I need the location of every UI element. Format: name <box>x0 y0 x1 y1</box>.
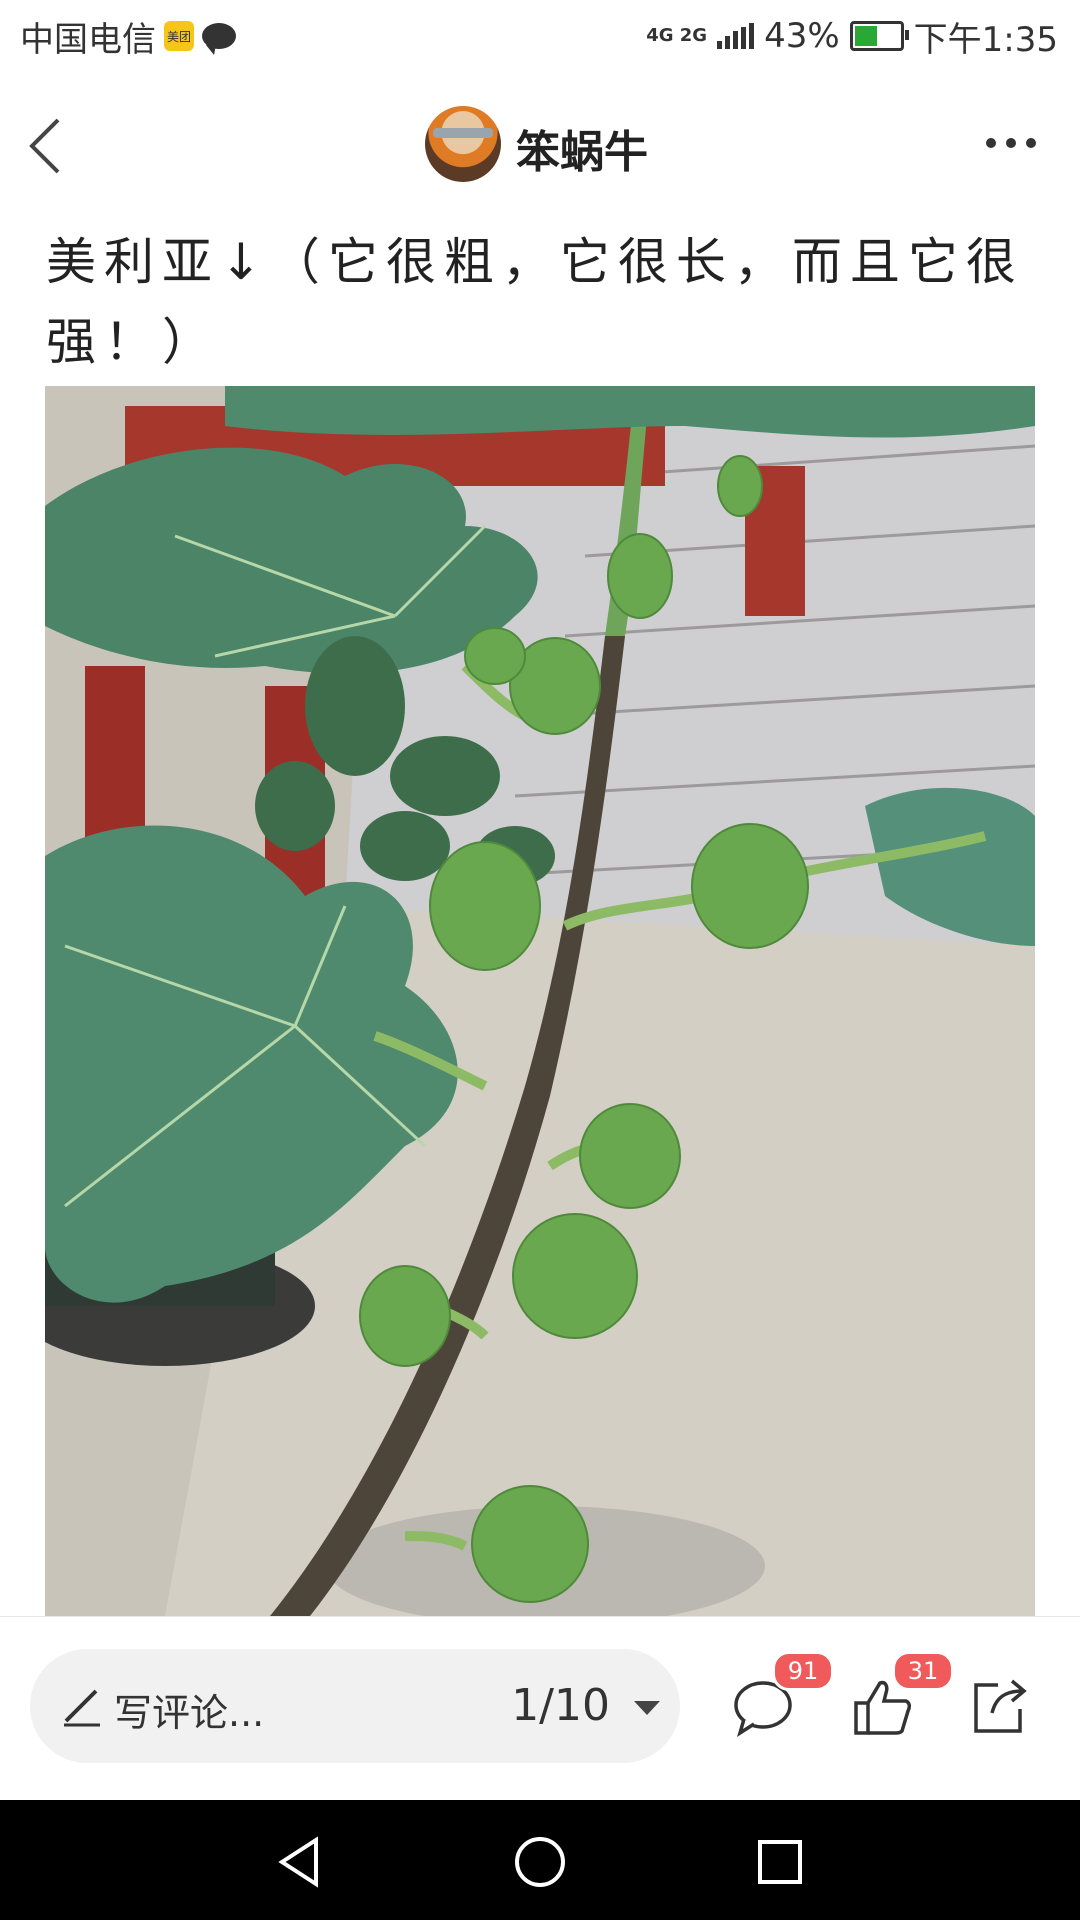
comment-count-badge: 91 <box>772 1651 834 1691</box>
battery-icon <box>849 21 909 51</box>
username[interactable]: 笨蜗牛 <box>516 116 648 180</box>
more-options-button[interactable] <box>986 138 1036 148</box>
chevron-down-icon[interactable] <box>634 1701 660 1715</box>
message-icon <box>202 23 236 55</box>
nav-recents-button[interactable] <box>750 1832 810 1892</box>
post-image[interactable] <box>45 386 1035 1616</box>
status-right: 4G 2G 43% 下午1:35 <box>646 12 1080 61</box>
fig-tree-photo <box>45 386 1035 1616</box>
comment-placeholder: 写评论... <box>114 1691 265 1735</box>
back-arrow-icon <box>29 118 60 174</box>
carrier-label: 中国电信 <box>20 19 156 60</box>
system-nav-bar <box>0 1800 1080 1920</box>
clock: 下午1:35 <box>913 19 1058 60</box>
like-count-badge: 31 <box>892 1651 954 1691</box>
avatar[interactable] <box>425 106 501 182</box>
square-recents-icon <box>758 1840 802 1884</box>
meituan-icon: 美团 <box>164 21 194 51</box>
post-title: 美利亚↓（它很粗，它很长，而且它很强！） <box>46 233 1024 371</box>
comments-button[interactable]: 91 <box>732 1651 834 1737</box>
nav-back-button[interactable] <box>270 1832 330 1892</box>
post-header: 笨蜗牛 <box>0 86 1080 206</box>
status-bar: 中国电信 美团 4G 2G 43% 下午1:35 <box>0 0 1080 72</box>
nav-home-button[interactable] <box>510 1832 570 1892</box>
circle-home-icon <box>515 1837 565 1887</box>
bottom-bar: 写评论... 1/10 91 31 <box>0 1616 1080 1801</box>
more-icon <box>986 138 996 148</box>
signal-icon <box>717 23 755 49</box>
share-button[interactable] <box>968 1677 1030 1737</box>
battery-percent: 43% <box>764 16 840 56</box>
share-icon <box>974 1679 1027 1733</box>
status-left: 中国电信 美团 <box>0 12 236 61</box>
page-counter[interactable]: 1/10 <box>511 1680 610 1731</box>
triangle-back-icon <box>278 1836 318 1888</box>
pencil-icon <box>64 1689 100 1727</box>
back-button[interactable] <box>24 114 84 178</box>
comment-input[interactable]: 写评论... 1/10 <box>30 1649 680 1763</box>
network-type: 4G 2G <box>646 25 708 46</box>
like-button[interactable]: 31 <box>852 1651 954 1737</box>
